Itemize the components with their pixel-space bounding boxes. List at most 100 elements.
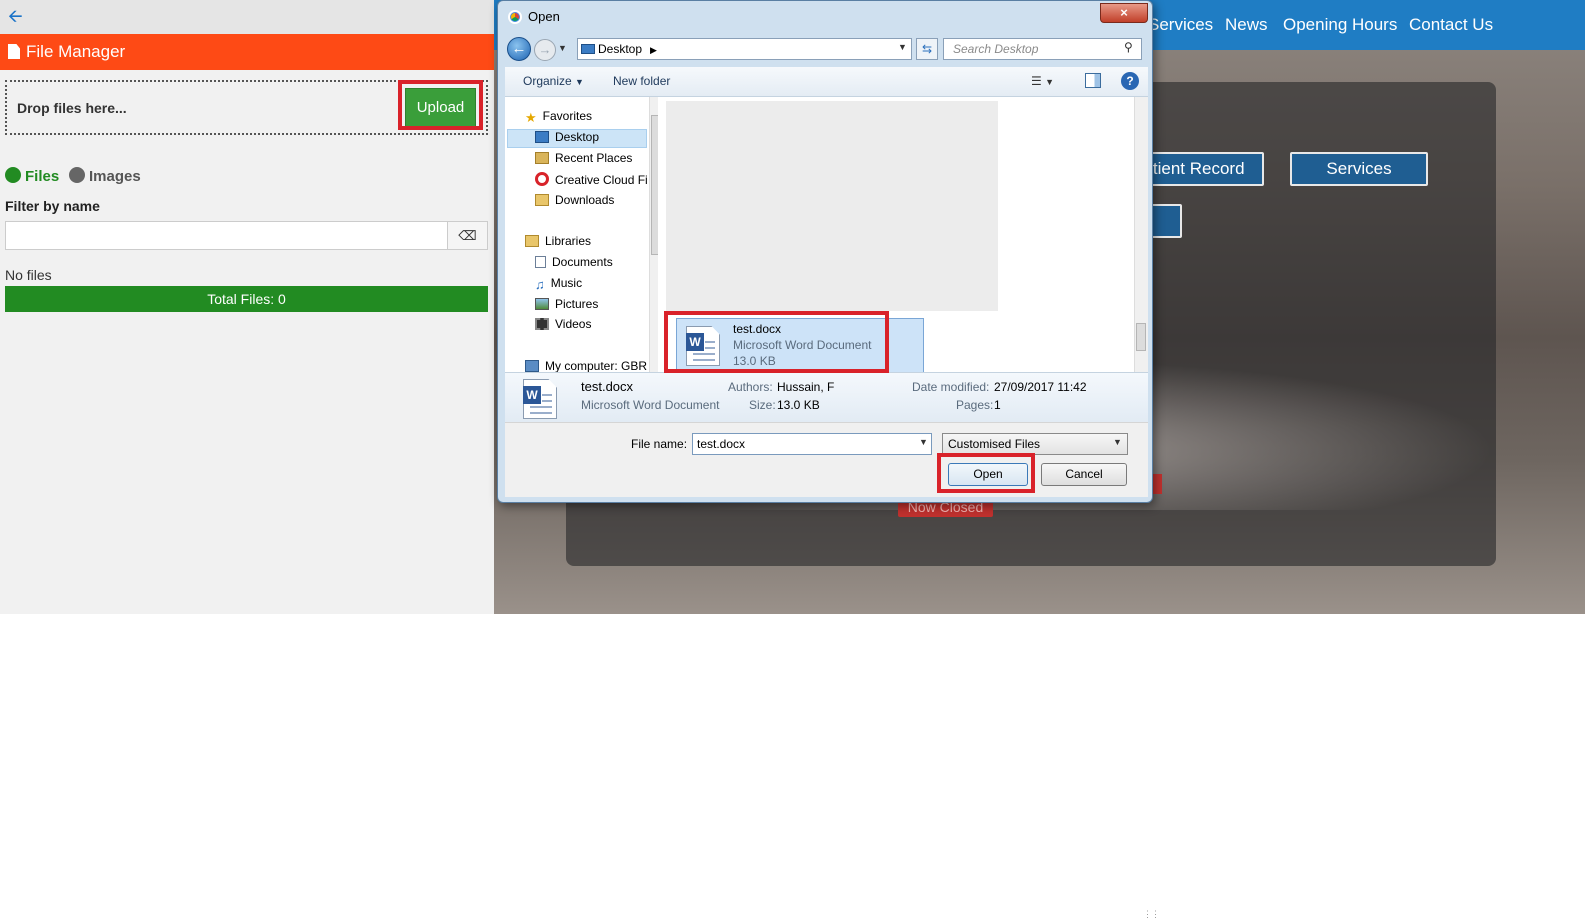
nav-label: Downloads — [555, 193, 615, 207]
nav-label: Favorites — [542, 109, 593, 123]
radio-selected-icon — [5, 167, 21, 183]
details-pages-label: Pages: — [956, 398, 994, 412]
close-button[interactable]: × — [1100, 3, 1148, 23]
chrome-icon — [508, 10, 522, 24]
nav-contact-us[interactable]: Contact Us — [1409, 15, 1493, 35]
file-type-dropdown-icon[interactable]: ▼ — [1113, 437, 1122, 447]
nav-label: Music — [550, 276, 583, 290]
videos-icon — [535, 318, 549, 330]
dialog-toolbar: Organize ▼ New folder ☰ ▼ ? — [505, 67, 1148, 97]
details-size-label: Size: — [749, 398, 776, 412]
nav-label: Videos — [555, 317, 592, 331]
drop-zone-label: Drop files here... — [17, 100, 127, 116]
nav-label: Creative Cloud Fi — [555, 173, 648, 187]
nav-item-desktop[interactable]: Desktop — [535, 130, 599, 144]
nav-item-recent-places[interactable]: Recent Places — [535, 151, 632, 165]
details-pane: W test.docx Microsoft Word Document Auth… — [505, 372, 1148, 422]
nav-item-creative-cloud[interactable]: Creative Cloud Fi — [535, 172, 648, 187]
breadcrumb-arrow-icon[interactable]: ▶ — [650, 45, 657, 55]
refresh-button[interactable]: ⇆ — [916, 38, 938, 60]
pictures-icon — [535, 298, 549, 310]
refresh-icon: ⇆ — [921, 42, 933, 56]
radio-images-label: Images — [89, 168, 141, 185]
address-dropdown-icon[interactable]: ▼ — [898, 42, 907, 52]
cancel-button[interactable]: Cancel — [1041, 463, 1127, 486]
filter-input[interactable] — [5, 221, 448, 250]
nav-item-documents[interactable]: Documents — [535, 255, 613, 269]
open-dialog: Open × ← → ▼ Desktop ▶ ▼ ⇆ Search Desktop… — [497, 0, 1160, 919]
radio-unselected-icon — [69, 167, 85, 183]
clear-filter-button[interactable]: ⌫ — [447, 221, 488, 250]
upload-highlight-box — [398, 80, 483, 130]
resize-grip-icon[interactable]: ⋮⋮ — [1143, 909, 1160, 920]
radio-files-label: Files — [25, 168, 60, 185]
address-bar[interactable]: Desktop ▶ — [577, 38, 912, 60]
preview-pane-icon[interactable] — [1085, 73, 1101, 88]
file-type-select[interactable]: Customised Files — [942, 433, 1128, 455]
recent-places-icon — [535, 152, 549, 164]
document-icon — [8, 44, 20, 59]
details-size: 13.0 KB — [777, 398, 820, 412]
word-document-icon: W — [523, 379, 557, 419]
nav-item-favorites[interactable]: ★ Favorites — [525, 109, 593, 125]
file-name-input[interactable]: test.docx — [692, 433, 932, 455]
nav-label: Pictures — [555, 297, 599, 311]
organize-button[interactable]: Organize ▼ — [523, 74, 584, 88]
details-modified: 27/09/2017 11:42 — [994, 380, 1087, 394]
recent-locations-dropdown-icon[interactable]: ▼ — [558, 43, 567, 53]
nav-item-my-computer[interactable]: My computer: GBR — [525, 359, 647, 372]
forward-arrow-icon: → — [538, 42, 552, 57]
dialog-title-bar: Open — [508, 3, 1108, 31]
file-manager-header: File Manager — [0, 34, 494, 70]
nav-scrollbar-thumb[interactable] — [651, 115, 658, 255]
view-options-icon[interactable]: ☰ ▼ — [1031, 74, 1054, 88]
libraries-icon — [525, 235, 539, 247]
radio-files[interactable]: Files — [5, 167, 59, 185]
nav-item-downloads[interactable]: Downloads — [535, 193, 614, 207]
computer-icon — [525, 360, 539, 372]
details-pages: 1 — [994, 398, 1001, 412]
nav-label: Desktop — [555, 130, 600, 144]
file-scrollbar-thumb[interactable] — [1136, 323, 1146, 351]
nav-item-music[interactable]: ♫ Music — [535, 276, 583, 292]
back-button[interactable]: ← — [507, 37, 531, 61]
desktop-icon — [581, 44, 595, 54]
details-name: test.docx — [581, 379, 634, 394]
star-icon: ★ — [525, 110, 537, 125]
open-highlight-box — [937, 453, 1035, 493]
chevron-down-icon: ▼ — [575, 77, 584, 87]
details-modified-label: Date modified: — [912, 380, 990, 394]
no-files-text: No files — [5, 267, 52, 283]
nav-opening-hours[interactable]: Opening Hours — [1283, 15, 1397, 35]
nav-item-libraries[interactable]: Libraries — [525, 234, 591, 248]
details-type: Microsoft Word Document — [581, 398, 720, 412]
help-icon[interactable]: ? — [1121, 72, 1139, 90]
services-button[interactable]: Services — [1290, 152, 1428, 186]
desktop-icon — [535, 131, 549, 143]
details-authors-label: Authors: — [728, 380, 773, 394]
nav-item-pictures[interactable]: Pictures — [535, 297, 598, 311]
empty-area — [666, 101, 998, 311]
dialog-title: Open — [528, 9, 560, 24]
radio-images[interactable]: Images — [69, 167, 141, 185]
nav-item-videos[interactable]: Videos — [535, 317, 591, 331]
nav-label: Libraries — [545, 234, 592, 248]
nav-services[interactable]: Services — [1148, 15, 1213, 35]
organize-label: Organize — [523, 74, 572, 88]
dialog-bottom-bar: File name: test.docx ▼ Customised Files … — [505, 422, 1160, 919]
search-input[interactable]: Search Desktop — [943, 38, 1142, 60]
nav-label: My computer: GBR — [545, 359, 648, 372]
file-name-dropdown-icon[interactable]: ▼ — [919, 437, 928, 447]
music-icon: ♫ — [535, 277, 545, 292]
documents-icon — [535, 256, 546, 268]
close-icon: × — [1120, 5, 1128, 20]
back-arrow-icon[interactable]: 🡨 — [8, 7, 23, 25]
nav-news[interactable]: News — [1225, 15, 1268, 35]
nav-label: Recent Places — [555, 151, 633, 165]
total-files-bar: Total Files: 0 — [5, 286, 488, 312]
filter-label: Filter by name — [5, 198, 100, 214]
creative-cloud-icon — [535, 172, 549, 186]
forward-button[interactable]: → — [534, 39, 556, 61]
search-icon[interactable]: ⚲ — [1124, 40, 1133, 54]
new-folder-button[interactable]: New folder — [613, 74, 670, 88]
